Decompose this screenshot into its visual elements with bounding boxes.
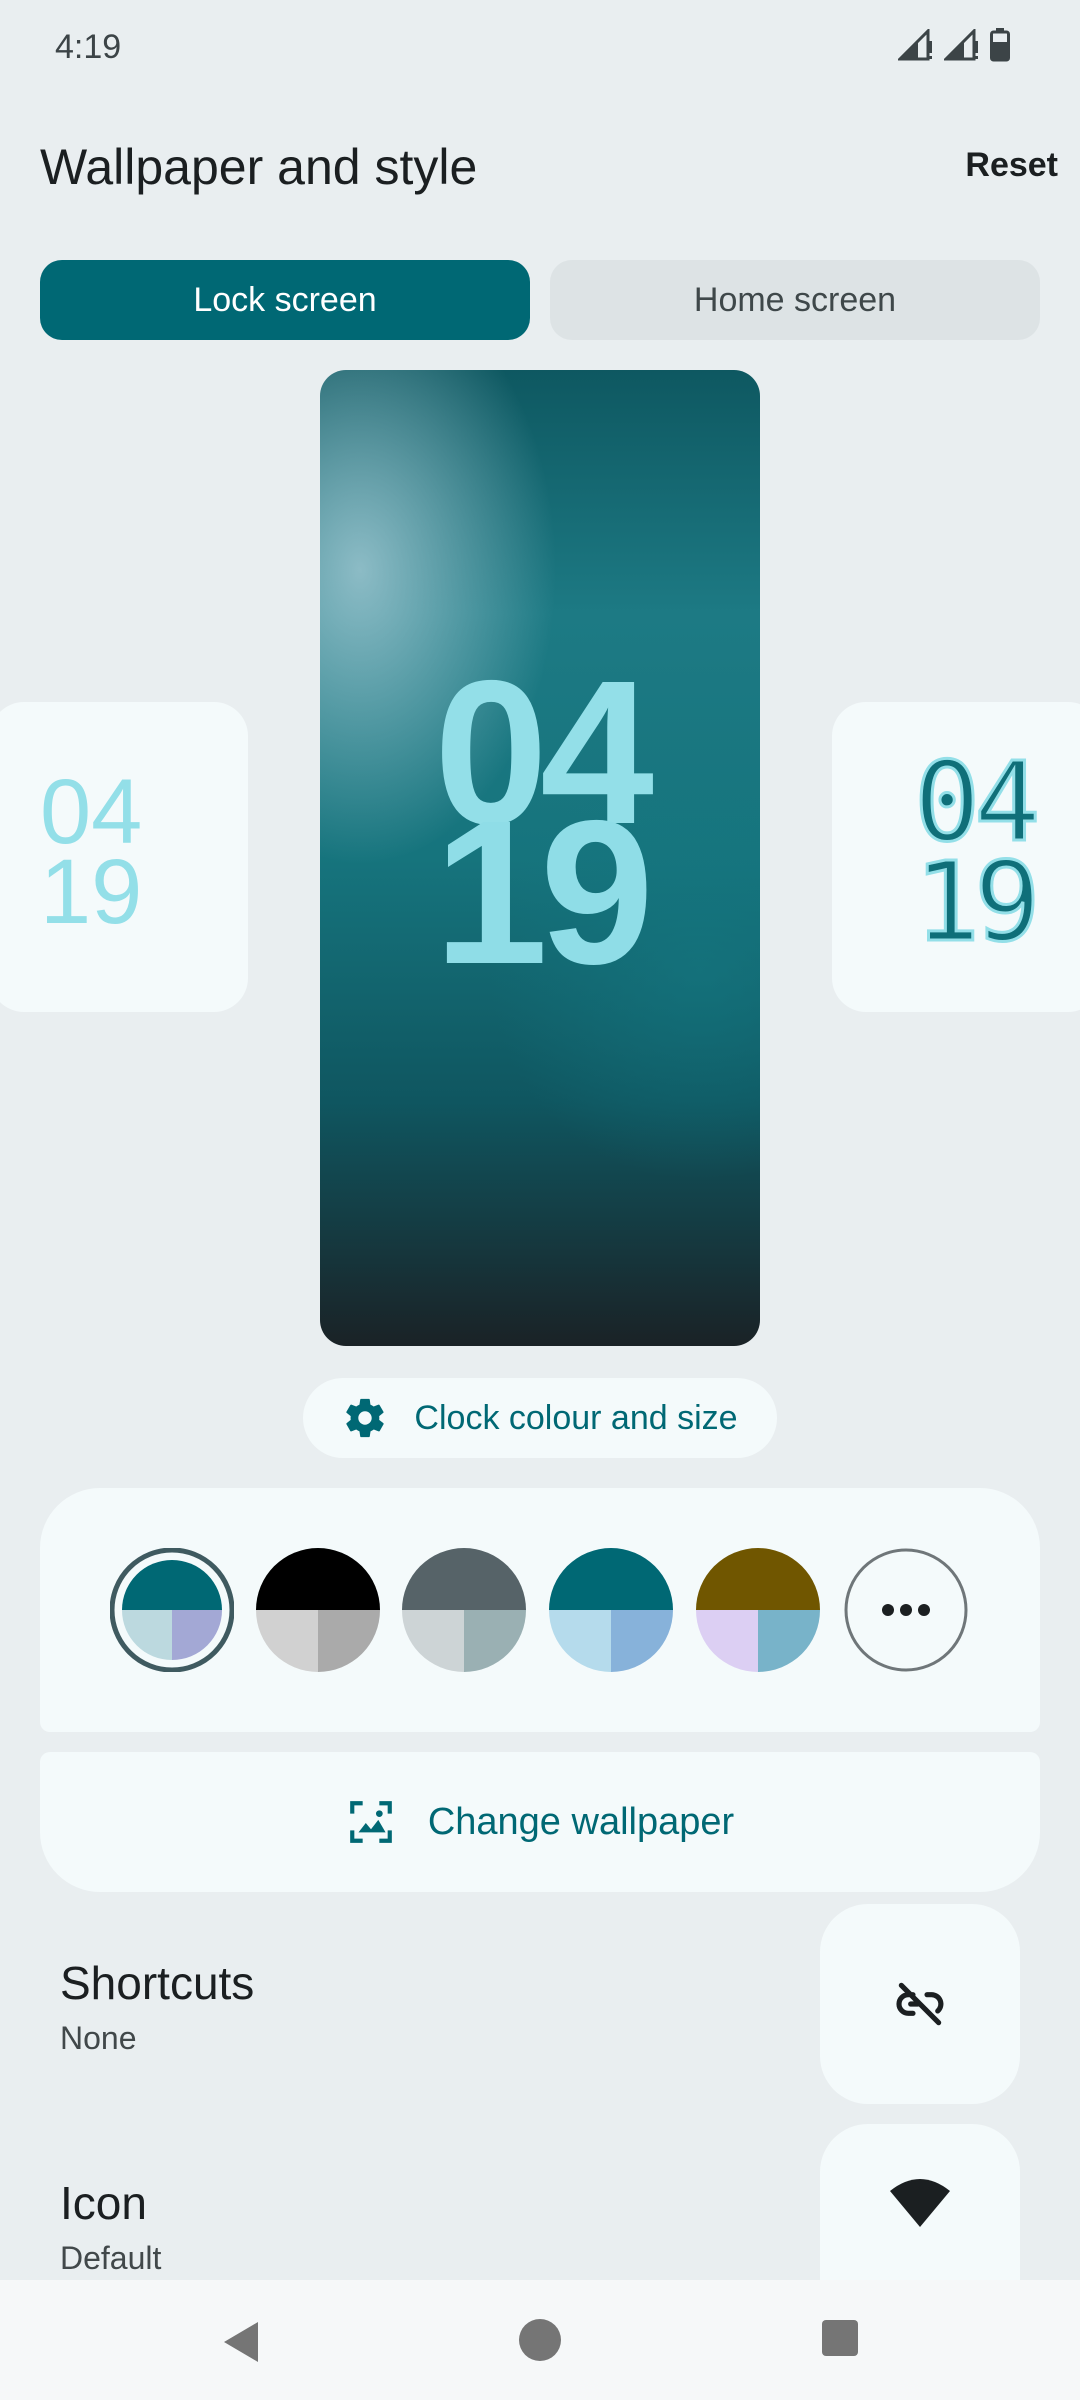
gear-icon [346,1398,385,1438]
recents-icon[interactable] [820,2318,860,2358]
change-wallpaper-button[interactable]: Change wallpaper [40,1752,1040,1892]
icon-value: Default [60,2240,162,2276]
shortcuts-title: Shortcuts [60,1957,255,2009]
more-horiz-icon [844,1548,968,1672]
home-icon[interactable] [518,2318,562,2362]
color-swatch-1[interactable] [109,1547,235,1673]
shortcuts-tile[interactable] [820,1904,1020,2104]
color-swatch-3[interactable] [402,1548,526,1672]
tab-home-screen[interactable]: Home screen [550,260,1040,340]
right-clock-minutes: 19 [912,838,1041,966]
lock-screen-preview[interactable]: 04 19 [320,370,760,1346]
back-icon[interactable] [218,2318,262,2366]
shortcuts-row[interactable]: Shortcuts None [0,1900,800,2100]
icon-tile[interactable] [820,2124,1020,2280]
shortcuts-value: None [60,2020,137,2056]
clock-colour-size-button[interactable]: Clock colour and size [303,1378,777,1458]
left-clock-minutes: 19 [40,841,143,943]
color-swatch-2[interactable] [256,1548,380,1672]
clock-colour-size-label: Clock colour and size [414,1398,738,1437]
clock-preview-right[interactable]: 04 19 [832,702,1080,1012]
reset-button[interactable]: Reset [965,146,1058,185]
link-off-icon [896,1982,944,2026]
wallpaper-icon [349,1801,392,1843]
right-clock-text: 04 19 [912,738,1041,966]
battery-icon [990,28,1010,62]
icon-title: Icon [60,2177,147,2229]
change-wallpaper-label: Change wallpaper [427,1800,735,1843]
color-swatch-4[interactable] [549,1548,673,1672]
main-clock-minutes: 19 [433,778,654,1007]
signal-icon-2 [944,29,978,61]
color-swatch-5[interactable] [696,1548,820,1672]
more-colors-button[interactable] [844,1548,968,1672]
left-clock-hours: 04 [40,761,143,863]
wifi-icon [890,2179,950,2227]
tab-lock-screen[interactable]: Lock screen [40,260,530,340]
page-title: Wallpaper and style [40,139,478,195]
status-icons [898,28,1010,62]
clock-preview-left[interactable]: 04 19 [0,702,248,1012]
icon-row[interactable]: Icon Default [0,2120,800,2280]
right-clock-hours: 04 [912,738,1041,866]
navigation-bar [0,2280,1080,2400]
status-time: 4:19 [55,28,122,66]
left-clock-text: 04 19 [40,761,143,943]
signal-icon [898,29,932,61]
